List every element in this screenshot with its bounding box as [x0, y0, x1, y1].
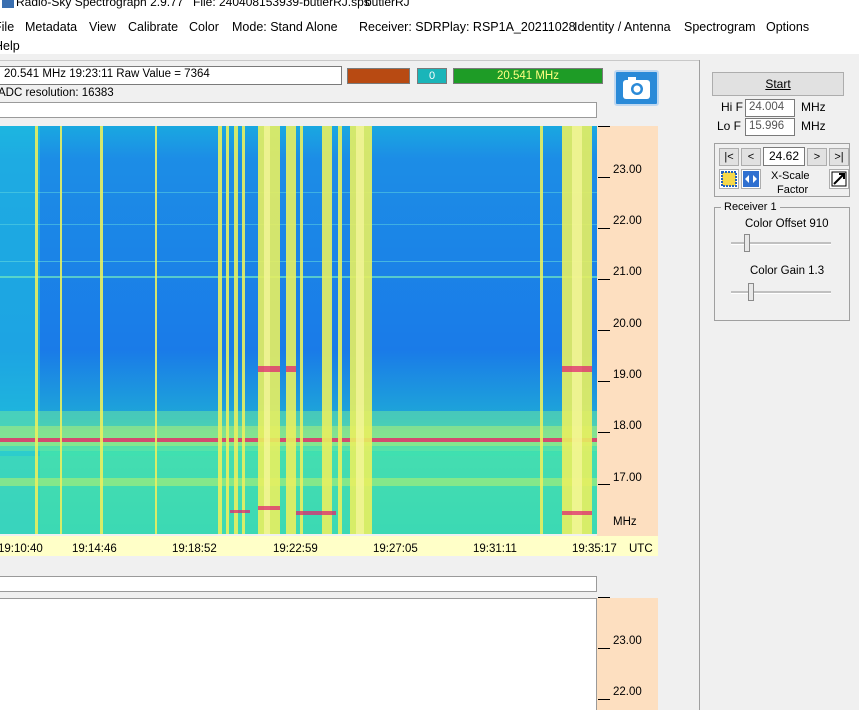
frequency-box: 20.541 MHz: [453, 68, 603, 84]
spectrogram-plot[interactable]: [0, 126, 597, 534]
menu-help[interactable]: Help: [0, 39, 20, 53]
file-title: File: 240408153939-butlerRJ.sps: [193, 0, 370, 9]
color-gain-label: Color Gain 1.3: [750, 265, 825, 277]
menu-bar: File Metadata View Calibrate Color Mode:…: [0, 14, 859, 54]
hi-f-field[interactable]: 24.004: [745, 99, 795, 117]
divider: [0, 60, 699, 61]
y-tick: [598, 484, 610, 485]
color-gain-track[interactable]: [731, 291, 831, 294]
xscale-label-2: Factor: [777, 184, 809, 196]
y-tick-label: 23.00: [613, 635, 642, 647]
menu-options[interactable]: Options: [766, 20, 809, 34]
menu-receiver[interactable]: Receiver: SDRPlay: RSP1A_20211028: [359, 20, 576, 34]
lower-strip: [0, 576, 597, 592]
y-tick: [598, 279, 610, 280]
menu-identity[interactable]: Identity / Antenna: [574, 20, 671, 34]
export-button[interactable]: [829, 169, 849, 189]
next-button[interactable]: >: [807, 148, 827, 166]
y-tick: [598, 432, 610, 433]
x-tick-label: 19:27:05: [373, 543, 418, 555]
xscale-value[interactable]: 24.62: [763, 147, 805, 166]
menu-mode[interactable]: Mode: Stand Alone: [232, 20, 338, 34]
y-tick: [598, 228, 610, 229]
hi-f-label: Hi F: [721, 100, 743, 114]
x-tick-label: 19:22:59: [273, 543, 318, 555]
xscale-label: X-Scale: [771, 170, 810, 182]
lower-plot[interactable]: [0, 598, 597, 710]
adc-resolution: ADC resolution: 16383: [0, 87, 114, 99]
menu-metadata[interactable]: Metadata: [25, 20, 77, 34]
y-tick: [598, 177, 610, 178]
y-tick: [598, 699, 610, 700]
expand-button[interactable]: [741, 169, 761, 189]
lo-f-unit: MHz: [801, 119, 826, 133]
panel-divider: [699, 60, 700, 710]
last-button[interactable]: >|: [829, 148, 849, 166]
x-tick-label: 19:10:40: [0, 543, 43, 555]
user-title: butlerRJ: [365, 0, 410, 9]
camera-icon: [623, 77, 650, 99]
color-gain-thumb[interactable]: [748, 283, 754, 301]
y-tick: [598, 648, 610, 649]
start-button[interactable]: Start: [712, 72, 844, 96]
color-offset-thumb[interactable]: [744, 234, 750, 252]
menu-color[interactable]: Color: [189, 20, 219, 34]
receiver-group-title: Receiver 1: [721, 201, 780, 213]
color-offset-label: Color Offset 910: [745, 218, 829, 230]
y-tick: [598, 381, 610, 382]
y-tick: [598, 126, 610, 127]
menu-file[interactable]: File: [0, 20, 14, 34]
hi-f-unit: MHz: [801, 100, 826, 114]
color-swatch: [347, 68, 410, 84]
x-tick-label: 19:14:46: [72, 543, 117, 555]
export-icon: [831, 171, 847, 187]
spectrogram-image: [0, 126, 597, 534]
menu-spectrogram[interactable]: Spectrogram: [684, 20, 756, 34]
first-button[interactable]: |<: [719, 148, 739, 166]
title-bar: Radio-Sky Spectrograph 2.9.77 File: 2404…: [0, 0, 859, 14]
lo-f-field[interactable]: 15.996: [745, 118, 795, 136]
y-unit-label: MHz: [613, 516, 637, 528]
x-unit-label: UTC: [629, 543, 653, 555]
counter-box: 0: [417, 68, 447, 84]
expand-horizontal-icon: [743, 171, 759, 187]
menu-view[interactable]: View: [89, 20, 116, 34]
y-tick-label: 22.00: [613, 686, 642, 698]
snapshot-button[interactable]: [614, 70, 659, 106]
zoom-fit-button[interactable]: [719, 169, 739, 189]
fit-icon: [721, 171, 737, 187]
app-title: Radio-Sky Spectrograph 2.9.77: [16, 0, 184, 9]
y-tick: [598, 597, 610, 598]
y-tick-label: 20.00: [613, 318, 642, 330]
x-tick-label: 19:18:52: [172, 543, 217, 555]
y-tick-label: 22.00: [613, 215, 642, 227]
x-tick-label: 19:31:11: [473, 543, 517, 555]
upper-strip: [0, 102, 597, 118]
cursor-readout: 20.541 MHz 19:23:11 Raw Value = 7364: [0, 66, 342, 85]
app-icon: [2, 0, 14, 8]
y-tick-label: 23.00: [613, 164, 642, 176]
lo-f-label: Lo F: [717, 119, 742, 133]
menu-calibrate[interactable]: Calibrate: [128, 20, 178, 34]
y-tick-label: 17.00: [613, 472, 642, 484]
y-tick: [598, 330, 610, 331]
prev-button[interactable]: <: [741, 148, 761, 166]
y-tick-label: 18.00: [613, 420, 642, 432]
y-tick-label: 21.00: [613, 266, 642, 278]
y-tick-label: 19.00: [613, 369, 642, 381]
x-tick-label: 19:35:17: [572, 543, 617, 555]
